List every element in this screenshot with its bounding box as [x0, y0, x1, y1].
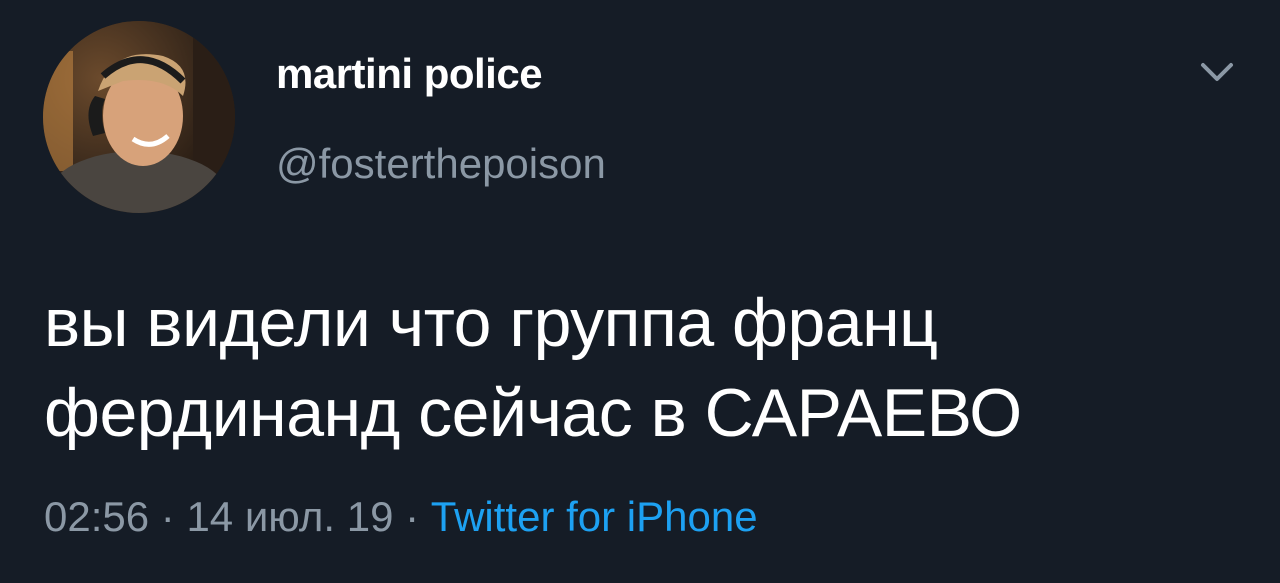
chevron-down-icon [1201, 63, 1233, 81]
avatar-photo [43, 21, 235, 213]
tweet-date[interactable]: 14 июл. 19 [186, 493, 393, 540]
avatar[interactable] [43, 21, 235, 213]
tweet-text: вы видели что группа франц фердинанд сей… [44, 285, 1022, 451]
more-options-button[interactable] [1195, 55, 1239, 95]
display-name[interactable]: martini police [276, 50, 543, 98]
tweet-time[interactable]: 02:56 [44, 493, 149, 540]
tweet-card: martini police @fosterthepoison вы видел… [0, 0, 1280, 583]
user-handle[interactable]: @fosterthepoison [276, 140, 606, 188]
tweet-meta: 02:56 · 14 июл. 19 · Twitter for iPhone [44, 493, 758, 541]
meta-separator: · [393, 493, 431, 540]
meta-separator: · [149, 493, 187, 540]
tweet-source-link[interactable]: Twitter for iPhone [431, 493, 758, 540]
